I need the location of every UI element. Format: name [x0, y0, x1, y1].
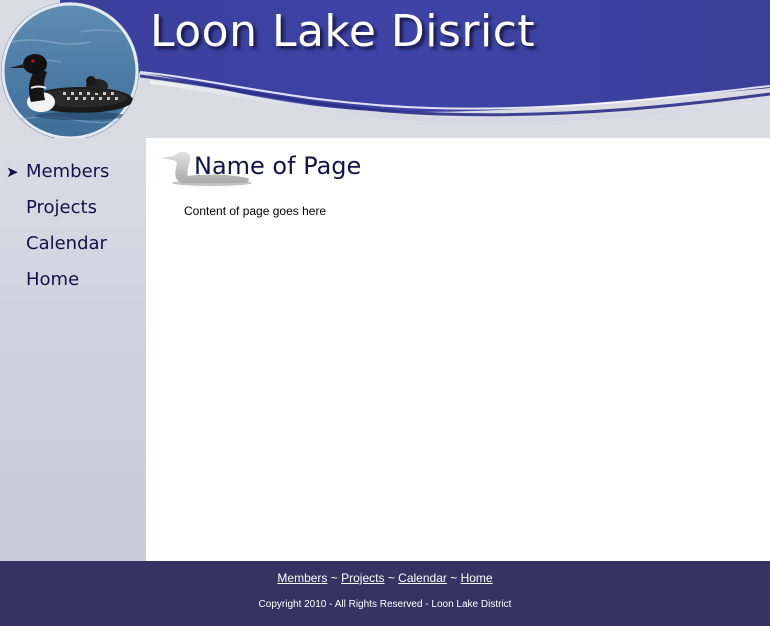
sidebar-item-members[interactable]: ➤ Members — [0, 158, 146, 194]
site-header: Loon Lake Disrict — [0, 0, 770, 138]
sidebar-item-label: Projects — [26, 197, 97, 218]
site-footer: Members ~ Projects ~ Calendar ~ Home Cop… — [0, 561, 770, 626]
page-title: Name of Page — [194, 152, 362, 180]
footer-link-projects[interactable]: Projects — [341, 571, 384, 585]
footer-separator: ~ — [384, 571, 399, 585]
sidebar-nav: ➤ Members Projects Calendar Home — [0, 158, 146, 302]
sidebar-item-calendar[interactable]: Calendar — [0, 230, 146, 266]
copyright-text: Copyright 2010 - All Rights Reserved - L… — [258, 599, 512, 610]
footer-nav: Members ~ Projects ~ Calendar ~ Home — [0, 571, 770, 585]
footer-separator: ~ — [327, 571, 342, 585]
arrow-right-icon: ➤ — [6, 163, 19, 181]
footer-link-members[interactable]: Members — [277, 571, 327, 585]
sidebar-item-label: Members — [26, 161, 110, 182]
sidebar-item-projects[interactable]: Projects — [0, 194, 146, 230]
sidebar-item-label: Home — [26, 269, 80, 290]
footer-link-calendar[interactable]: Calendar — [398, 571, 447, 585]
page: Loon Lake Disrict ➤ Members Projects Cal… — [0, 0, 770, 626]
footer-link-home[interactable]: Home — [461, 571, 493, 585]
main-content: Name of Page Content of page goes here — [146, 138, 770, 561]
loon-logo-image — [1, 2, 139, 138]
page-body-text: Content of page goes here — [184, 204, 327, 218]
sidebar-item-label: Calendar — [26, 233, 107, 254]
loon-icon — [1, 2, 139, 138]
site-title: Loon Lake Disrict — [150, 6, 536, 57]
footer-separator: ~ — [446, 571, 461, 585]
sidebar-item-home[interactable]: Home — [0, 266, 146, 302]
sidebar: ➤ Members Projects Calendar Home — [0, 138, 146, 561]
